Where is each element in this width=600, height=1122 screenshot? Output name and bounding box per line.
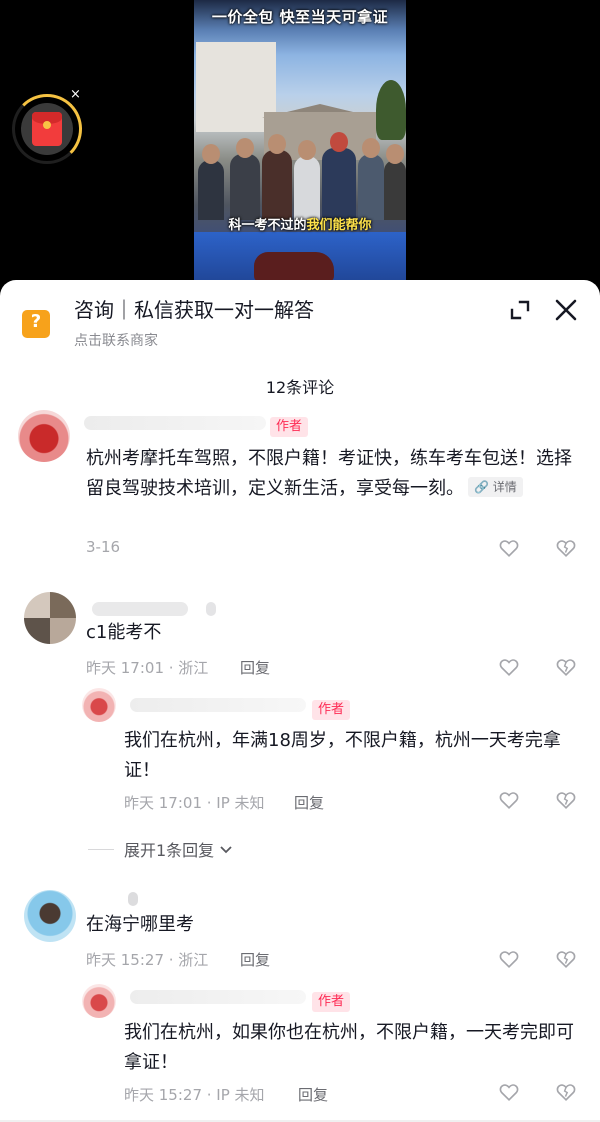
heart-icon[interactable] <box>498 656 520 678</box>
video-subtitle-highlight: 我们能帮你 <box>306 218 372 233</box>
broken-heart-icon[interactable] <box>555 948 577 970</box>
heart-icon[interactable] <box>498 948 520 970</box>
comment-text: c1能考不 <box>86 622 162 643</box>
reply-meta: 昨天 17:01 · IP 未知 <box>124 794 265 812</box>
close-icon[interactable] <box>552 296 580 324</box>
username-blurred[interactable] <box>92 602 188 616</box>
broken-heart-icon[interactable] <box>555 789 577 811</box>
heart-icon[interactable] <box>498 537 520 559</box>
expand-replies-button[interactable]: 展开1条回复 <box>124 837 233 861</box>
video-crowd <box>194 132 406 220</box>
author-badge: 作者 <box>312 992 351 1012</box>
comment-sheet: 咨询｜私信获取一对一解答 点击联系商家 12条评论 作者 杭州考摩托车驾照，不限… <box>0 280 600 1122</box>
author-badge: 作者 <box>270 417 309 437</box>
consult-subtitle: 点击联系商家 <box>74 333 158 349</box>
question-icon <box>22 310 50 338</box>
comment-date: 3-16 <box>86 538 121 556</box>
reply-button[interactable]: 回复 <box>298 1084 328 1105</box>
reply-avatar[interactable] <box>82 984 116 1018</box>
author-badge: 作者 <box>312 700 351 720</box>
reply-meta: 昨天 15:27 · IP 未知 <box>124 1086 265 1104</box>
avatar[interactable] <box>24 592 76 644</box>
expand-divider <box>88 849 114 850</box>
comment-text: 在海宁哪里考 <box>86 914 194 935</box>
red-packet-widget[interactable] <box>12 94 84 166</box>
video-motorcycle <box>254 252 334 282</box>
video-subtitle-pre: 科一考不过的 <box>228 218 307 233</box>
broken-heart-icon[interactable] <box>555 537 577 559</box>
comment-meta: 昨天 15:27 · 浙江 <box>86 951 209 969</box>
username-blurred[interactable] <box>130 990 306 1004</box>
heart-icon[interactable] <box>498 789 520 811</box>
broken-heart-icon[interactable] <box>555 656 577 678</box>
fullscreen-icon[interactable] <box>508 298 532 322</box>
reply-text: 我们在杭州，如果你也在杭州，不限户籍，一天考完即可拿证！ <box>124 1022 574 1073</box>
avatar[interactable] <box>24 890 76 942</box>
video-frame[interactable]: 一价全包 快至当天可拿证 科一考不过的我们能帮你 <box>194 0 406 300</box>
video-subtitle: 科一考不过的我们能帮你 <box>194 214 406 233</box>
username-blurred[interactable] <box>130 698 306 712</box>
comment-count: 12条评论 <box>265 378 335 397</box>
chevron-down-icon <box>220 846 232 854</box>
comment-meta: 昨天 17:01 · 浙江 <box>86 659 209 677</box>
expand-replies-label: 展开1条回复 <box>124 841 215 860</box>
video-tree <box>376 80 406 140</box>
detail-link-chip[interactable]: 🔗 详情 <box>468 477 523 497</box>
reply-button[interactable]: 回复 <box>240 657 270 678</box>
reply-button[interactable]: 回复 <box>240 949 270 970</box>
avatar[interactable] <box>18 410 70 462</box>
username-blurred[interactable] <box>84 416 266 430</box>
red-packet-icon <box>32 112 62 146</box>
reply-button[interactable]: 回复 <box>294 792 324 813</box>
comment-text: 杭州考摩托车驾照，不限户籍！考证快，练车考车包送！选择留良驾驶技术培训，定义新生… <box>86 444 582 504</box>
username-blurred[interactable] <box>128 892 138 906</box>
video-area[interactable]: 一价全包 快至当天可拿证 科一考不过的我们能帮你 × <box>0 0 600 300</box>
reply-avatar[interactable] <box>82 688 116 722</box>
consult-title: 咨询｜私信获取一对一解答 <box>74 298 314 322</box>
video-top-caption: 一价全包 快至当天可拿证 <box>211 8 389 26</box>
broken-heart-icon[interactable] <box>555 1081 577 1103</box>
heart-icon[interactable] <box>498 1081 520 1103</box>
red-packet-close-icon[interactable]: × <box>70 88 81 101</box>
reply-text: 我们在杭州，年满18周岁，不限户籍，杭州一天考完拿证！ <box>124 730 561 781</box>
